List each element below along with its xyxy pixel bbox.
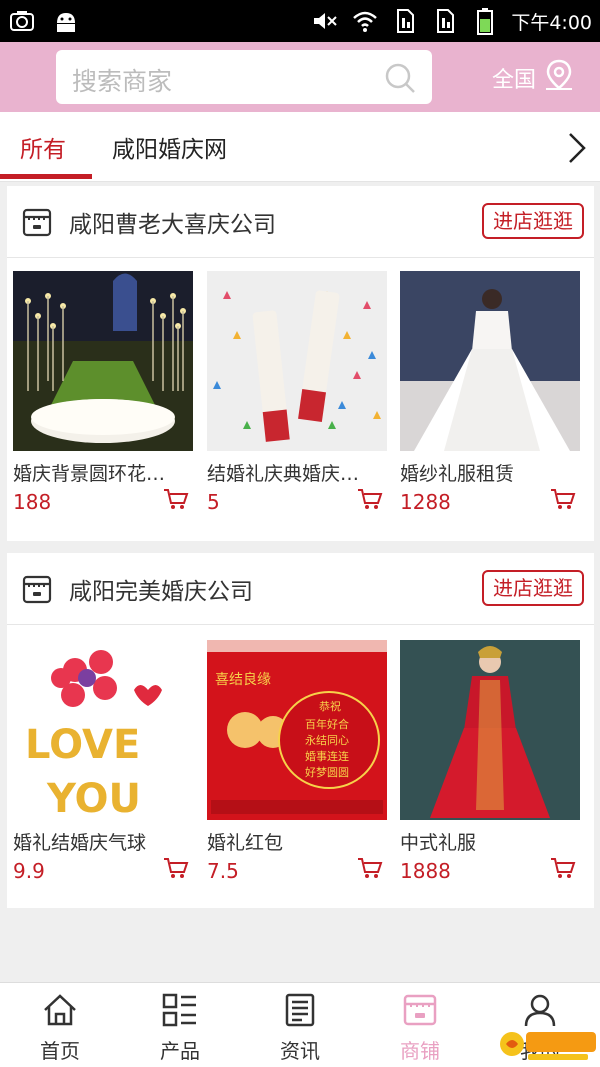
location-pin-icon — [544, 59, 574, 97]
mute-icon — [311, 7, 339, 35]
envelope-blessing-3: 婚事连连 — [305, 749, 349, 763]
product-title: 婚庆背景圆环花… — [13, 463, 166, 485]
product-title: 婚纱礼服租赁 — [400, 463, 515, 485]
nav-news[interactable]: 资讯 — [240, 991, 360, 1064]
category-tabs: 所有 咸阳婚庆网 — [0, 112, 600, 182]
red-envelope-photo[interactable]: 喜结良缘 恭祝 百年好合 永结同心 婚事连连 好梦圆圆 — [207, 640, 387, 820]
envelope-blessing-4: 好梦圆圆 — [305, 765, 349, 779]
product-title: 婚礼红包 — [207, 832, 284, 854]
product-card[interactable]: LOVE YOU 婚礼结婚庆气球 9.9 — [13, 640, 193, 883]
chevron-right-icon[interactable] — [566, 132, 588, 168]
site-watermark-logo — [500, 1032, 596, 1060]
enter-store-button[interactable]: 进店逛逛 — [482, 570, 584, 606]
news-icon — [240, 991, 360, 1029]
tab-all[interactable]: 所有 — [20, 130, 66, 164]
nav-label: 产品 — [160, 1039, 200, 1063]
love-you-balloons-photo[interactable]: LOVE YOU — [13, 640, 193, 820]
tab-xianyang-wedding[interactable]: 咸阳婚庆网 — [112, 130, 227, 164]
home-icon — [0, 991, 120, 1029]
active-tab-indicator — [0, 174, 92, 179]
region-selector[interactable]: 全国 — [492, 59, 574, 97]
chinese-dress-photo[interactable] — [400, 640, 580, 820]
search-icon[interactable] — [384, 62, 416, 98]
header-bar: 搜索商家 全国 — [0, 42, 600, 112]
store-name: 咸阳完美婚庆公司 — [69, 579, 253, 605]
store-name: 咸阳曹老大喜庆公司 — [69, 212, 276, 238]
grid-list-icon — [120, 991, 240, 1029]
store-header[interactable]: 咸阳曹老大喜庆公司 进店逛逛 — [7, 186, 594, 258]
product-card[interactable]: 喜结良缘 恭祝 百年好合 永结同心 婚事连连 好梦圆圆 婚礼红包 7.5 — [207, 640, 387, 883]
product-title: 婚礼结婚庆气球 — [13, 832, 147, 854]
enter-store-button[interactable]: 进店逛逛 — [482, 203, 584, 239]
status-time: 下午4:00 — [511, 11, 592, 34]
region-label: 全国 — [492, 68, 537, 93]
wedding-dress-photo[interactable] — [400, 271, 580, 451]
wifi-icon — [351, 7, 379, 35]
product-card[interactable]: 中式礼服 1888 — [400, 640, 580, 883]
nav-label: 资讯 — [280, 1039, 320, 1063]
balloon-text-you: YOU — [46, 776, 141, 820]
battery-icon — [471, 7, 499, 35]
cart-icon[interactable] — [163, 487, 189, 515]
nav-home[interactable]: 首页 — [0, 991, 120, 1064]
envelope-greeting-text: 恭祝 — [319, 699, 341, 713]
nav-products[interactable]: 产品 — [120, 991, 240, 1064]
cart-icon[interactable] — [550, 487, 576, 515]
cart-icon[interactable] — [357, 487, 383, 515]
android-icon — [52, 7, 80, 35]
envelope-title-text: 喜结良缘 — [215, 672, 271, 688]
shop-icon — [21, 206, 53, 242]
shop-icon — [21, 573, 53, 609]
product-card[interactable]: 婚纱礼服租赁 1288 — [400, 271, 580, 514]
search-input[interactable]: 搜索商家 — [56, 50, 432, 104]
shop-icon — [360, 991, 480, 1029]
cart-icon[interactable] — [163, 856, 189, 884]
product-card[interactable]: 结婚礼庆典婚庆… 5 — [207, 271, 387, 514]
sim1-icon — [391, 7, 419, 35]
sim2-icon — [431, 7, 459, 35]
store-header[interactable]: 咸阳完美婚庆公司 进店逛逛 — [7, 553, 594, 625]
nav-label: 商铺 — [400, 1039, 440, 1063]
status-bar: 下午4:00 — [0, 0, 600, 42]
envelope-blessing-1: 百年好合 — [305, 717, 349, 731]
cart-icon[interactable] — [550, 856, 576, 884]
screenshot-icon — [8, 7, 36, 35]
product-card[interactable]: 婚庆背景圆环花… 188 — [13, 271, 193, 514]
confetti-cannon-photo[interactable] — [207, 271, 387, 451]
balloon-text-love: LOVE — [25, 722, 140, 768]
envelope-blessing-2: 永结同心 — [305, 733, 349, 747]
product-title: 结婚礼庆典婚庆… — [207, 463, 360, 485]
wedding-stage-photo[interactable] — [13, 271, 193, 451]
product-title: 中式礼服 — [400, 832, 477, 854]
store-card: 咸阳曹老大喜庆公司 进店逛逛 婚庆背景圆环花… 188 结婚礼庆典婚庆… 5 婚… — [7, 186, 594, 541]
store-card: 咸阳完美婚庆公司 进店逛逛 LOVE YOU 婚礼结婚庆气球 9.9 喜结良缘 … — [7, 553, 594, 908]
cart-icon[interactable] — [357, 856, 383, 884]
nav-label: 首页 — [40, 1039, 80, 1063]
nav-shops[interactable]: 商铺 — [360, 991, 480, 1064]
search-placeholder: 搜索商家 — [72, 67, 173, 96]
